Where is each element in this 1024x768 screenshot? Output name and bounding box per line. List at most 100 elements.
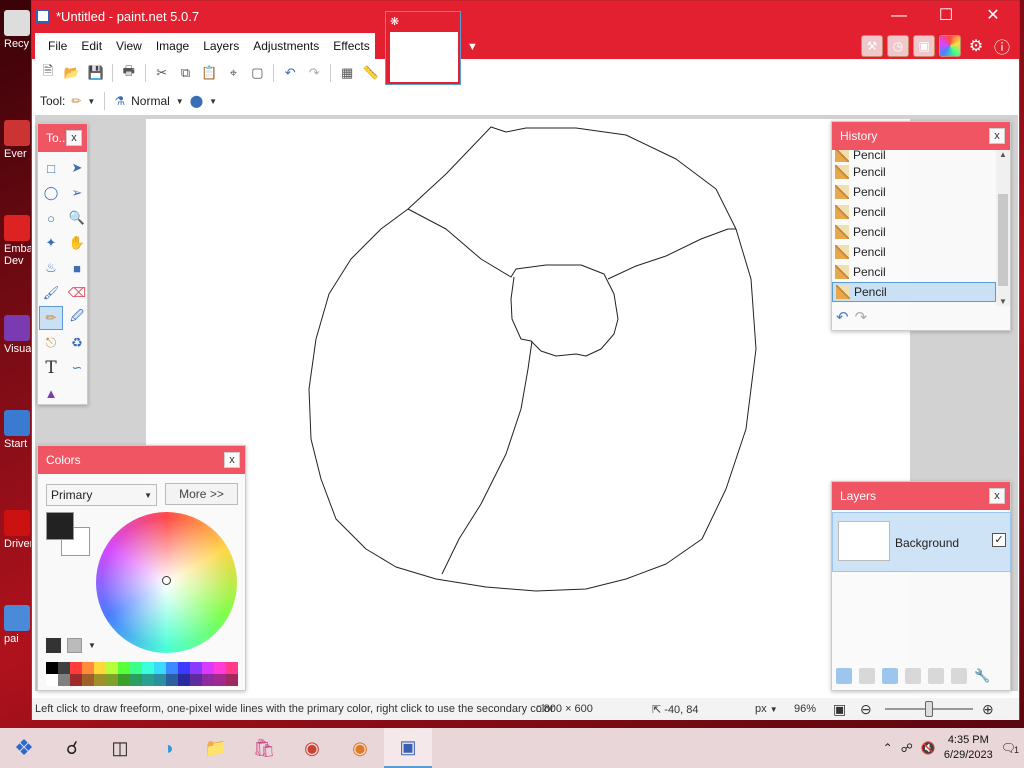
network-icon[interactable]: ☍: [901, 741, 913, 755]
add-layer-icon[interactable]: [836, 668, 852, 684]
grid-icon[interactable]: ▦: [336, 62, 358, 84]
palette-swatch[interactable]: [178, 674, 190, 686]
new-icon[interactable]: 🗎: [37, 62, 59, 84]
color-wheel-selector[interactable]: [162, 576, 171, 585]
history-item-selected[interactable]: Pencil: [832, 282, 996, 302]
history-undo-icon[interactable]: ↶: [836, 308, 849, 326]
maximize-button[interactable]: ☐: [923, 1, 969, 31]
palette-swatch[interactable]: [226, 674, 238, 686]
palette-swatch[interactable]: [94, 674, 106, 686]
palette-swatch[interactable]: [202, 662, 214, 674]
text-tool-icon[interactable]: T: [39, 356, 63, 380]
palette-swatch[interactable]: [214, 674, 226, 686]
notifications-icon[interactable]: 🗨 1: [1001, 741, 1019, 755]
undo-icon[interactable]: ↶: [279, 62, 301, 84]
paintnet-taskbar-icon[interactable]: ▣: [384, 728, 432, 768]
file-explorer-icon[interactable]: 📁: [192, 728, 240, 768]
units-select[interactable]: px ▼: [755, 703, 778, 715]
move-layer-up-icon[interactable]: [928, 668, 944, 684]
desktop-icon-paint[interactable]: pai: [4, 605, 34, 645]
lasso-select-icon[interactable]: ◯: [39, 181, 63, 205]
magic-wand-icon[interactable]: ✦: [39, 231, 63, 255]
store-icon[interactable]: 🛍: [240, 728, 288, 768]
palette-swatch[interactable]: [94, 662, 106, 674]
history-redo-icon[interactable]: ↷: [855, 308, 868, 326]
zoom-level[interactable]: 96%: [794, 703, 816, 715]
image-tab[interactable]: ❋: [385, 11, 461, 85]
colors-toggle-icon[interactable]: [939, 35, 961, 57]
layer-visibility-checkbox[interactable]: ✓: [992, 533, 1006, 547]
palette-swatch[interactable]: [70, 662, 82, 674]
delete-layer-icon[interactable]: [859, 668, 875, 684]
crop-icon[interactable]: ⌖: [222, 62, 244, 84]
palette-chevron-icon[interactable]: ▼: [88, 641, 96, 650]
layers-toggle-icon[interactable]: ▣: [913, 35, 935, 57]
desktop-icon-start[interactable]: Start: [4, 410, 34, 450]
layer-properties-wrench-icon[interactable]: 🔧: [974, 668, 990, 684]
save-icon[interactable]: 💾: [85, 62, 107, 84]
palette-menu-icon[interactable]: [67, 638, 82, 653]
palette-swatch[interactable]: [166, 662, 178, 674]
settings-gear-icon[interactable]: ⚙: [965, 35, 987, 57]
more-colors-button[interactable]: More >>: [165, 483, 238, 505]
move-layer-down-icon[interactable]: [951, 668, 967, 684]
menu-effects[interactable]: Effects: [326, 39, 376, 53]
move-selection-icon[interactable]: ➢: [65, 181, 89, 205]
palette-swatch[interactable]: [46, 674, 58, 686]
zoom-icon[interactable]: 🔍: [65, 206, 89, 230]
palette-swatch[interactable]: [166, 674, 178, 686]
copy-icon[interactable]: ⧉: [175, 62, 197, 84]
ruler-icon[interactable]: 📏: [360, 62, 382, 84]
color-picker-icon[interactable]: 🖉: [65, 306, 89, 330]
antialias-icon[interactable]: ⬤: [190, 94, 203, 108]
palette-swatch[interactable]: [70, 674, 82, 686]
clock[interactable]: 4:35 PM 6/29/2023: [944, 733, 993, 763]
color-mode-select[interactable]: Primary ▼: [46, 484, 157, 506]
drawing-canvas[interactable]: [146, 119, 910, 691]
history-scroll-thumb[interactable]: [998, 194, 1008, 286]
current-tool-pencil-icon[interactable]: ✏: [71, 94, 81, 108]
palette-swatch[interactable]: [118, 674, 130, 686]
zoom-in-icon[interactable]: ⊕: [982, 701, 994, 718]
menu-adjustments[interactable]: Adjustments: [246, 39, 326, 53]
layers-panel-close-button[interactable]: x: [989, 488, 1005, 504]
desktop-icon-embarcadero[interactable]: Emba Dev: [4, 215, 34, 267]
search-icon[interactable]: ☌: [48, 728, 96, 768]
zoom-slider-thumb[interactable]: [925, 701, 933, 717]
history-item[interactable]: Pencil: [832, 222, 996, 242]
palette-swatch[interactable]: [154, 674, 166, 686]
move-selected-icon[interactable]: ➤: [65, 156, 89, 180]
menu-image[interactable]: Image: [149, 39, 196, 53]
history-item[interactable]: Pencil: [832, 262, 996, 282]
firefox-icon[interactable]: ◉: [336, 728, 384, 768]
palette-swatch[interactable]: [58, 674, 70, 686]
zoom-out-icon[interactable]: ⊖: [860, 701, 872, 718]
chrome-icon[interactable]: ◉: [288, 728, 336, 768]
history-item[interactable]: Pencil: [832, 150, 996, 162]
paste-icon[interactable]: 📋: [199, 62, 221, 84]
line-curve-icon[interactable]: ∽: [65, 356, 89, 380]
palette-swatch[interactable]: [202, 674, 214, 686]
task-view-icon[interactable]: ◫: [96, 728, 144, 768]
open-icon[interactable]: 📂: [61, 62, 83, 84]
antialias-chevron-icon[interactable]: ▼: [209, 97, 217, 106]
history-item[interactable]: Pencil: [832, 242, 996, 262]
tools-panel-close-button[interactable]: x: [66, 130, 82, 146]
palette-swatch[interactable]: [82, 674, 94, 686]
menu-layers[interactable]: Layers: [196, 39, 246, 53]
palette-swatch[interactable]: [226, 662, 238, 674]
paint-bucket-icon[interactable]: ♨: [39, 256, 63, 280]
palette-swatch[interactable]: [214, 662, 226, 674]
blend-mode-select[interactable]: Normal: [131, 94, 170, 108]
ellipse-select-icon[interactable]: ○: [39, 206, 63, 230]
palette-swatch[interactable]: [46, 662, 58, 674]
history-scrollbar[interactable]: ▲ ▼: [996, 150, 1010, 306]
scroll-down-icon[interactable]: ▼: [996, 297, 1010, 306]
desktop-icon-recycle[interactable]: Recy: [4, 10, 34, 50]
eraser-icon[interactable]: ⌫: [65, 281, 89, 305]
blend-mode-chevron-icon[interactable]: ▼: [176, 97, 184, 106]
shapes-icon[interactable]: ▲: [39, 381, 63, 405]
history-toggle-icon[interactable]: ◷: [887, 35, 909, 57]
menu-file[interactable]: File: [41, 39, 74, 53]
palette-swatch[interactable]: [58, 662, 70, 674]
